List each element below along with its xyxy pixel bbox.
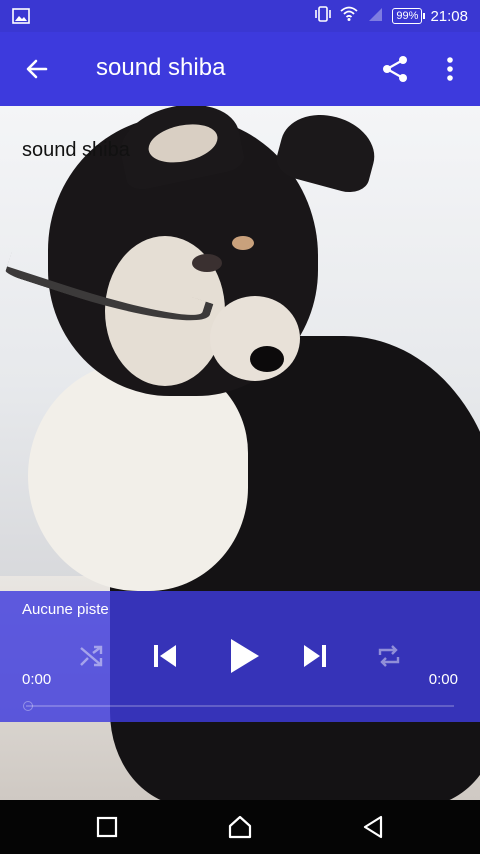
skip-next-icon[interactable] (298, 639, 332, 673)
dog-eye (192, 254, 222, 272)
home-icon[interactable] (227, 814, 253, 840)
status-bar: 99% 21:08 (0, 0, 480, 32)
dog-brow (232, 236, 254, 250)
seek-bar[interactable] (26, 705, 454, 707)
seek-thumb[interactable] (23, 701, 33, 711)
navigation-bar (0, 800, 480, 854)
track-name: Aucune piste (22, 601, 109, 618)
vibrate-icon (314, 6, 332, 26)
app-bar: sound shiba (0, 32, 480, 106)
play-icon[interactable] (222, 635, 264, 677)
share-icon[interactable] (380, 54, 410, 84)
time-elapsed: 0:00 (22, 671, 52, 688)
time-total: 0:00 (428, 671, 458, 688)
signal-icon (366, 6, 384, 26)
skip-previous-icon[interactable] (148, 639, 182, 673)
shuffle-icon[interactable] (76, 641, 106, 671)
status-time: 21:08 (430, 7, 468, 25)
battery-icon: 99% (392, 8, 426, 24)
back-arrow-icon[interactable] (22, 54, 52, 84)
image-icon (12, 8, 30, 29)
repeat-icon[interactable] (374, 641, 404, 671)
more-vert-icon[interactable] (438, 54, 462, 84)
wifi-icon (340, 6, 359, 26)
recent-apps-icon[interactable] (94, 814, 120, 840)
dog-nose (250, 346, 284, 372)
audio-player: Aucune piste 0:00 0:00 (0, 591, 480, 722)
page-title: sound shiba (96, 54, 226, 81)
dog-chest (28, 361, 248, 591)
back-icon[interactable] (360, 814, 386, 840)
content-label: sound shiba (22, 139, 130, 161)
